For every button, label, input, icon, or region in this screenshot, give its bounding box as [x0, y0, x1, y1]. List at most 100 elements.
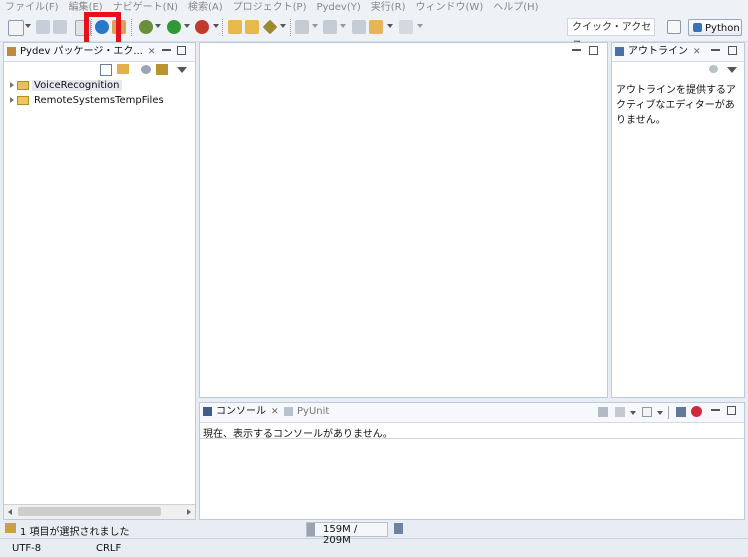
back-icon[interactable]: [369, 20, 383, 34]
menu-window[interactable]: ウィンドウ(W): [411, 0, 489, 15]
menu-help[interactable]: ヘルプ(H): [488, 0, 543, 15]
filter-icon[interactable]: [156, 64, 168, 75]
pyunit-icon: [284, 407, 293, 416]
last-edit-icon[interactable]: [352, 20, 366, 34]
open-project-icon[interactable]: [245, 20, 259, 34]
run-dropdown-icon[interactable]: [184, 24, 190, 28]
editor-area: [199, 42, 608, 398]
next-annotation-dropdown-icon[interactable]: [312, 24, 318, 28]
scroll-right-icon[interactable]: [187, 509, 191, 515]
close-icon[interactable]: ✕: [148, 47, 156, 57]
save-all-icon[interactable]: [53, 20, 67, 34]
tree-item[interactable]: RemoteSystemsTempFiles: [10, 95, 166, 106]
focus-icon[interactable]: [141, 65, 151, 74]
prev-annotation-icon[interactable]: [323, 20, 337, 34]
view-menu-icon[interactable]: [177, 67, 187, 73]
forward-dropdown-icon[interactable]: [417, 24, 423, 28]
menu-file[interactable]: ファイル(F): [0, 0, 64, 15]
pydev-console-icon[interactable]: [691, 406, 702, 417]
run-icon[interactable]: [167, 20, 181, 34]
encoding-label: UTF-8: [12, 543, 42, 554]
menu-search[interactable]: 検索(A): [183, 0, 228, 15]
prev-annotation-dropdown-icon[interactable]: [340, 24, 346, 28]
tree-item-label: RemoteSystemsTempFiles: [34, 95, 164, 106]
package-explorer-tabbar: Pydev パッケージ・エク... ✕: [4, 43, 195, 62]
folder-icon: [17, 95, 29, 105]
external-tools-dropdown-icon[interactable]: [213, 24, 219, 28]
tree-item-label: VoiceRecognition: [32, 80, 122, 91]
scrollbar-thumb[interactable]: [18, 507, 161, 516]
package-explorer-icon: [7, 47, 16, 56]
next-annotation-icon[interactable]: [295, 20, 309, 34]
focus-icon[interactable]: [709, 65, 718, 73]
menu-pydev[interactable]: Pydev(Y): [311, 0, 365, 15]
python-icon: [693, 23, 702, 32]
console-panel: コンソール ✕ PyUnit 現在、表示するコンソールがありません。: [199, 402, 745, 520]
maximize-icon[interactable]: [728, 46, 737, 55]
menu-project[interactable]: プロジェクト(P): [228, 0, 312, 15]
display-console-icon[interactable]: [615, 407, 625, 417]
editor-maximize-icon[interactable]: [589, 46, 598, 55]
pyunit-tab-label: PyUnit: [297, 406, 330, 417]
menu-run[interactable]: 実行(R): [366, 0, 411, 15]
outline-message: アウトラインを提供するアクティブなエディターがありません。: [616, 85, 736, 126]
collapse-all-icon[interactable]: [100, 64, 112, 76]
open-perspective-icon[interactable]: [667, 20, 681, 34]
heap-status[interactable]: 159M / 209M: [306, 522, 388, 546]
project-icon: [17, 80, 29, 90]
copy-icon[interactable]: [676, 407, 686, 417]
tab-package-explorer[interactable]: Pydev パッケージ・エク... ✕: [4, 43, 155, 61]
quick-access-field[interactable]: クイック・アクセス: [567, 18, 655, 51]
minimize-icon[interactable]: [711, 46, 720, 51]
close-icon[interactable]: ✕: [271, 407, 279, 417]
horizontal-scrollbar[interactable]: [4, 504, 195, 519]
minimize-icon[interactable]: [711, 406, 720, 411]
minimize-icon[interactable]: [162, 46, 171, 51]
forward-icon[interactable]: [399, 20, 413, 34]
console-tab-label: コンソール: [216, 406, 266, 417]
status-selection-text: 1 項目が選択されました: [20, 527, 130, 538]
pencil-dropdown-icon[interactable]: [280, 24, 286, 28]
outline-tab-label: アウトライン: [628, 46, 688, 57]
external-tools-icon[interactable]: [195, 20, 209, 34]
scroll-left-icon[interactable]: [8, 509, 12, 515]
open-console-icon[interactable]: [642, 407, 652, 417]
tab-console[interactable]: コンソール ✕: [200, 403, 279, 421]
link-editor-icon[interactable]: [117, 64, 129, 74]
display-console-dropdown-icon[interactable]: [630, 411, 636, 415]
console-icon: [203, 407, 212, 416]
open-console-dropdown-icon[interactable]: [657, 411, 663, 415]
editor-minimize-icon[interactable]: [572, 46, 581, 51]
view-menu-icon[interactable]: [727, 67, 737, 73]
console-tabbar: コンソール ✕ PyUnit: [200, 403, 744, 423]
pin-console-icon[interactable]: [598, 407, 608, 417]
maximize-icon[interactable]: [177, 46, 186, 55]
package-explorer-tab-label: Pydev パッケージ・エク...: [20, 46, 143, 57]
close-icon[interactable]: ✕: [693, 47, 701, 57]
pencil-icon[interactable]: [262, 19, 278, 35]
heap-usage-bar: [307, 523, 315, 536]
python-perspective-label: Python: [705, 23, 740, 34]
garbage-collect-icon[interactable]: [394, 523, 403, 534]
save-icon[interactable]: [36, 20, 50, 34]
python-perspective-button[interactable]: Python: [688, 19, 742, 36]
maximize-icon[interactable]: [727, 406, 736, 415]
debug-icon[interactable]: [139, 20, 153, 34]
heap-status-label: 159M / 209M: [323, 524, 358, 546]
line-delimiter-label: CRLF: [96, 543, 122, 554]
open-folder-icon[interactable]: [228, 20, 242, 34]
new-icon[interactable]: [8, 20, 24, 36]
tab-outline[interactable]: アウトライン ✕: [612, 43, 701, 61]
debug-dropdown-icon[interactable]: [155, 24, 161, 28]
expand-icon[interactable]: [10, 82, 14, 88]
new-dropdown-icon[interactable]: [25, 24, 31, 28]
tab-pyunit[interactable]: PyUnit: [281, 403, 329, 421]
outline-tabbar: アウトライン ✕: [612, 43, 744, 62]
expand-icon[interactable]: [10, 97, 14, 103]
selection-icon: [5, 523, 16, 533]
tree-item[interactable]: VoiceRecognition: [10, 80, 122, 91]
package-explorer-panel: Pydev パッケージ・エク... ✕ VoiceRecognition Remo…: [3, 42, 196, 520]
status-bar: 1 項目が選択されました 159M / 209M UTF-8 CRLF: [0, 520, 748, 557]
outline-panel: アウトライン ✕ アウトラインを提供するアクティブなエディターがありません。: [611, 42, 745, 398]
back-dropdown-icon[interactable]: [387, 24, 393, 28]
